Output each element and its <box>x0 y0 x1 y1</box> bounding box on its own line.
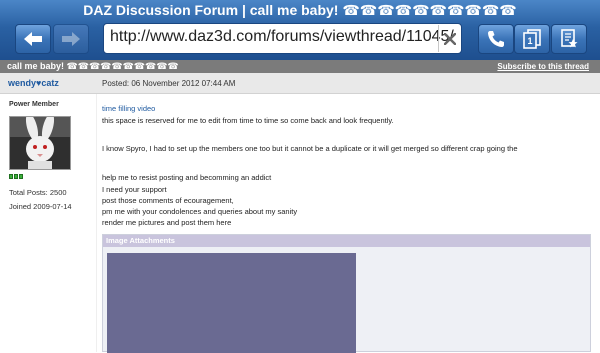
reputation-pip <box>14 174 18 179</box>
post-line: I know Spyro, I had to set up the member… <box>102 144 518 153</box>
phone-icon <box>488 31 504 47</box>
post-date: Posted: 06 November 2012 07:44 AM <box>102 79 236 88</box>
reputation-pips <box>9 174 23 179</box>
user-rank: Power Member <box>9 101 59 108</box>
username-suffix: catz <box>41 78 59 88</box>
avatar[interactable] <box>9 116 71 170</box>
back-button[interactable] <box>15 24 51 54</box>
post-line: pm me with your condolences and queries … <box>102 207 298 216</box>
browser-toolbar: DAZ Discussion Forum | call me baby! ☎☎☎… <box>0 0 600 60</box>
tabs-icon: 1 <box>523 29 541 49</box>
close-icon <box>443 32 456 45</box>
column-divider <box>96 94 97 352</box>
post-line: post those comments of ecouragement, <box>102 196 234 205</box>
address-bar[interactable]: http://www.daz3d.com/forums/viewthread/1… <box>103 23 462 54</box>
post-header: wendy♥catz Posted: 06 November 2012 07:4… <box>0 73 600 94</box>
image-attachments-panel: Image Attachments <box>102 234 591 353</box>
video-link[interactable]: time filling video <box>102 104 155 113</box>
reputation-pip <box>9 174 13 179</box>
total-posts: Total Posts: 2500 <box>9 188 67 197</box>
bookmark-icon <box>561 29 578 48</box>
attachments-header: Image Attachments <box>103 235 590 247</box>
attachment-image[interactable] <box>107 253 356 353</box>
tabs-button[interactable]: 1 <box>514 24 550 54</box>
reputation-pip <box>19 174 23 179</box>
post-line: render me pictures and post them here <box>102 218 232 227</box>
post-line: I need your support <box>102 185 167 194</box>
tabs-count: 1 <box>527 36 532 46</box>
rabbit-avatar-image <box>10 117 70 169</box>
clear-url-button[interactable] <box>438 25 460 52</box>
post-line: this space is reserved for me to edit fr… <box>102 116 394 125</box>
thread-header-bar: call me baby! ☎☎☎☎☎☎☎☎☎☎ Subscribe to th… <box>0 60 600 73</box>
username-text: wendy <box>8 78 37 88</box>
user-info-column: Power Member Total Posts: 2500 Joined 20… <box>0 94 96 352</box>
bookmark-button[interactable] <box>551 24 587 54</box>
call-button[interactable] <box>478 24 514 54</box>
window-title: DAZ Discussion Forum | call me baby! ☎☎☎… <box>83 2 517 18</box>
post-body: time filling video this space is reserve… <box>102 94 594 353</box>
post-line: help me to resist posting and becomming … <box>102 173 272 182</box>
url-text[interactable]: http://www.daz3d.com/forums/viewthread/1… <box>110 28 454 46</box>
thread-title: call me baby! ☎☎☎☎☎☎☎☎☎☎ <box>7 61 179 71</box>
forward-arrow-icon <box>62 32 80 46</box>
joined-date: Joined 2009-07-14 <box>9 202 72 211</box>
back-arrow-icon <box>24 32 42 46</box>
forward-button[interactable] <box>53 24 89 54</box>
subscribe-link[interactable]: Subscribe to this thread <box>497 60 589 73</box>
username-link[interactable]: wendy♥catz <box>8 78 59 88</box>
